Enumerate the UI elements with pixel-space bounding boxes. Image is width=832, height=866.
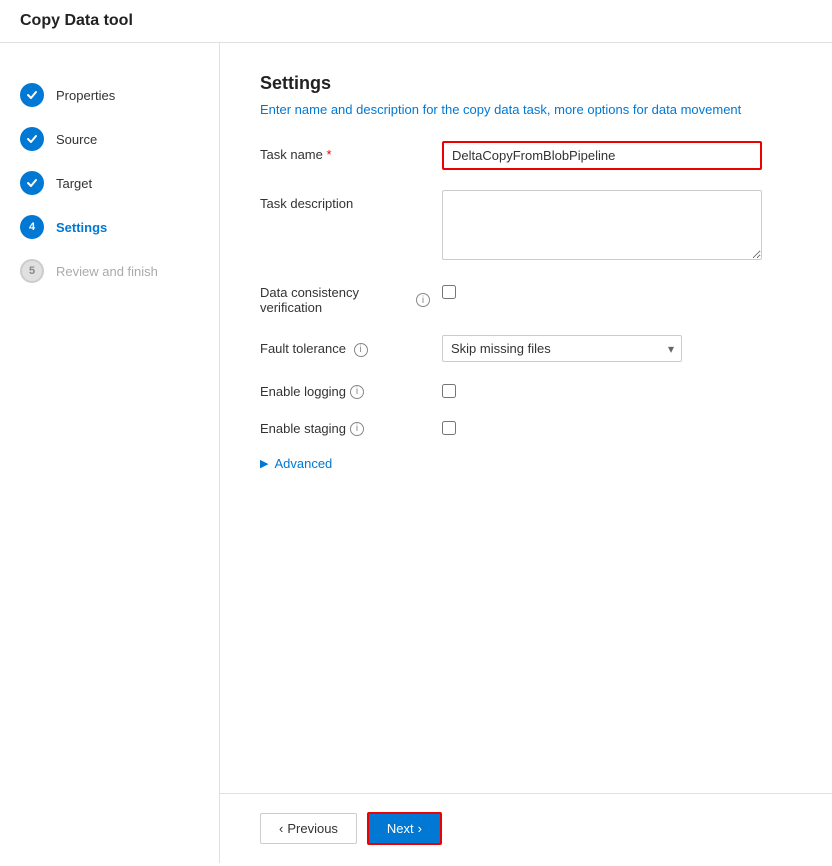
task-name-row: Task name * bbox=[260, 141, 792, 170]
task-description-label: Task description bbox=[260, 190, 430, 211]
enable-logging-info-icon[interactable]: i bbox=[350, 385, 364, 399]
data-consistency-row: Data consistency verification i bbox=[260, 283, 792, 315]
step-label-source: Source bbox=[56, 132, 97, 147]
step-circle-source bbox=[20, 127, 44, 151]
enable-staging-control bbox=[442, 419, 456, 435]
step-circle-target bbox=[20, 171, 44, 195]
task-name-input[interactable] bbox=[442, 141, 762, 170]
task-name-control bbox=[442, 141, 792, 170]
fault-tolerance-label: Fault tolerance i bbox=[260, 335, 430, 357]
task-description-control bbox=[442, 190, 792, 263]
enable-staging-info-icon[interactable]: i bbox=[350, 422, 364, 436]
sidebar-item-source[interactable]: Source bbox=[0, 117, 219, 161]
fault-tolerance-select-wrapper: Skip missing files None Skip incompatibl… bbox=[442, 335, 682, 362]
step-label-settings: Settings bbox=[56, 220, 107, 235]
data-consistency-info-icon[interactable]: i bbox=[416, 293, 430, 307]
sidebar-item-properties[interactable]: Properties bbox=[0, 73, 219, 117]
enable-staging-label: Enable staging i bbox=[260, 419, 430, 436]
previous-label: Previous bbox=[287, 821, 338, 836]
section-title: Settings bbox=[260, 73, 792, 94]
advanced-expand-icon: ▶ bbox=[260, 457, 268, 470]
content-body: Settings Enter name and description for … bbox=[220, 43, 832, 793]
step-label-review: Review and finish bbox=[56, 264, 158, 279]
enable-logging-checkbox[interactable] bbox=[442, 384, 456, 398]
fault-tolerance-info-icon[interactable]: i bbox=[354, 343, 368, 357]
sidebar: Properties Source Target 4 Settings bbox=[0, 43, 220, 863]
step-circle-review: 5 bbox=[20, 259, 44, 283]
enable-staging-checkbox[interactable] bbox=[442, 421, 456, 435]
main-layout: Properties Source Target 4 Settings bbox=[0, 43, 832, 863]
content-area: Settings Enter name and description for … bbox=[220, 43, 832, 863]
step-circle-properties bbox=[20, 83, 44, 107]
task-description-row: Task description bbox=[260, 190, 792, 263]
sidebar-item-target[interactable]: Target bbox=[0, 161, 219, 205]
enable-logging-label: Enable logging i bbox=[260, 382, 430, 399]
app-title: Copy Data tool bbox=[20, 12, 812, 30]
step-circle-settings: 4 bbox=[20, 215, 44, 239]
fault-tolerance-row: Fault tolerance i Skip missing files Non… bbox=[260, 335, 792, 362]
fault-tolerance-select[interactable]: Skip missing files None Skip incompatibl… bbox=[442, 335, 682, 362]
data-consistency-control bbox=[442, 283, 456, 299]
data-consistency-checkbox[interactable] bbox=[442, 285, 456, 299]
enable-logging-row: Enable logging i bbox=[260, 382, 792, 399]
next-label: Next bbox=[387, 821, 414, 836]
content-footer: ‹ Previous Next › bbox=[220, 793, 832, 863]
enable-logging-control bbox=[442, 382, 456, 398]
fault-tolerance-control: Skip missing files None Skip incompatibl… bbox=[442, 335, 792, 362]
step-label-target: Target bbox=[56, 176, 92, 191]
sidebar-item-review: 5 Review and finish bbox=[0, 249, 219, 293]
previous-icon: ‹ bbox=[279, 821, 283, 836]
advanced-label: Advanced bbox=[274, 456, 332, 471]
data-consistency-label: Data consistency verification i bbox=[260, 283, 430, 315]
task-description-input[interactable] bbox=[442, 190, 762, 260]
next-button[interactable]: Next › bbox=[367, 812, 442, 845]
sidebar-item-settings[interactable]: 4 Settings bbox=[0, 205, 219, 249]
previous-button[interactable]: ‹ Previous bbox=[260, 813, 357, 844]
next-icon: › bbox=[418, 821, 422, 836]
enable-staging-row: Enable staging i bbox=[260, 419, 792, 436]
advanced-row[interactable]: ▶ Advanced bbox=[260, 456, 792, 471]
task-name-required: * bbox=[327, 147, 332, 162]
section-subtitle: Enter name and description for the copy … bbox=[260, 102, 792, 117]
task-name-label: Task name * bbox=[260, 141, 430, 162]
step-label-properties: Properties bbox=[56, 88, 115, 103]
app-header: Copy Data tool bbox=[0, 0, 832, 43]
